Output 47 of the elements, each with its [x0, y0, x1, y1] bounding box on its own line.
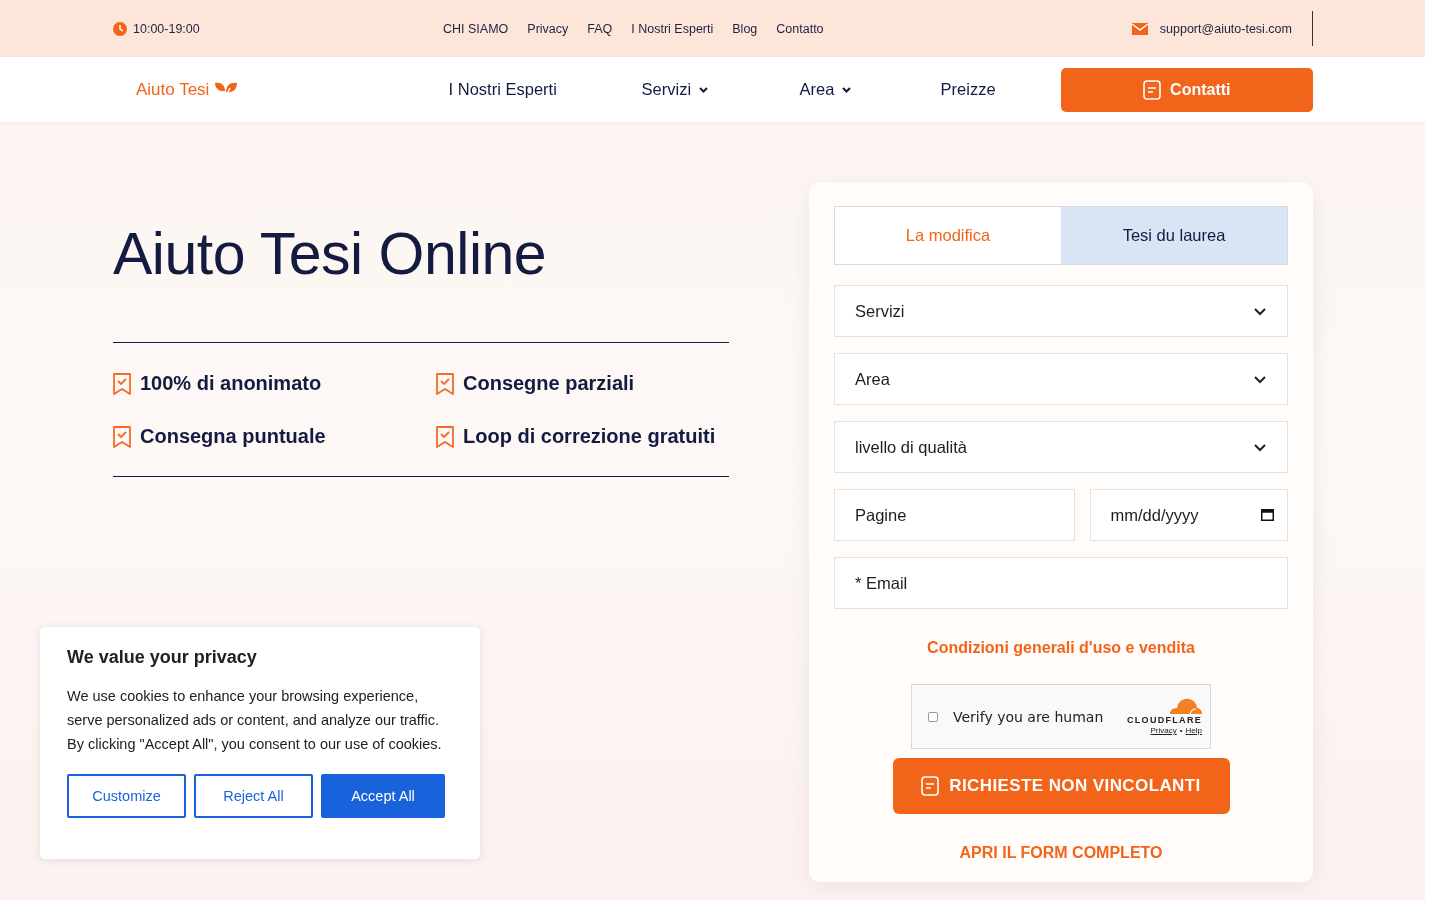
- feature-text: Consegna puntuale: [140, 425, 326, 448]
- cookie-button[interactable]: Reject All: [194, 774, 313, 818]
- email-link[interactable]: support@aiuto-tesi.com: [1159, 21, 1292, 36]
- help-link[interactable]: Help: [1185, 726, 1202, 735]
- top-link[interactable]: I Nostri Esperti: [631, 21, 714, 36]
- bookmark-check-icon: [113, 372, 131, 395]
- separator-dot: •: [1179, 726, 1183, 735]
- document-icon: [921, 776, 940, 796]
- chevron-icon: [1253, 374, 1267, 384]
- nav-link[interactable]: Servizi: [641, 80, 800, 99]
- top-link[interactable]: Contatto: [776, 21, 824, 36]
- cookie-button[interactable]: Customize: [67, 774, 186, 818]
- select-field[interactable]: Servizi: [834, 285, 1288, 337]
- top-link[interactable]: FAQ: [587, 21, 613, 36]
- pages-field[interactable]: Pagine: [834, 489, 1075, 541]
- top-link[interactable]: CHI SIAMO: [443, 21, 509, 36]
- hero-title: Aiuto Tesi Online: [113, 220, 548, 288]
- bookmark-check-icon: [436, 425, 454, 448]
- privacy-link[interactable]: Privacy: [1150, 726, 1177, 735]
- cookie-text: We use cookies to enhance your browsing experience, serve personalized ads or content, and analyze our traffic. By clicking "Accept All", you consent to our use of cookies.: [67, 687, 443, 754]
- form-tab[interactable]: Tesi du laurea: [1061, 207, 1287, 264]
- date-field[interactable]: mm/dd/yyyy: [1089, 489, 1288, 541]
- bookmark-check-icon: [436, 372, 454, 395]
- chevron-icon: [1253, 306, 1267, 316]
- nav-link[interactable]: I Nostri Esperti: [448, 80, 642, 99]
- brand-text: CLOUDFLARE: [1127, 715, 1202, 725]
- chevron-icon: [1253, 442, 1267, 452]
- email-field[interactable]: * Email: [834, 557, 1288, 609]
- feature-text: Loop di correzione gratuiti: [463, 425, 716, 448]
- document-icon: [1143, 79, 1162, 100]
- select-field[interactable]: Area: [834, 353, 1288, 405]
- cookie-title: We value your privacy: [67, 647, 258, 668]
- cookie-button[interactable]: Accept All: [321, 774, 445, 818]
- mail-icon: [1131, 22, 1148, 35]
- captcha-checkbox[interactable]: [928, 711, 938, 722]
- feature-text: 100% di anonimato: [140, 372, 322, 395]
- select-field[interactable]: livello di qualità: [834, 421, 1288, 473]
- bookmark-check-icon: [113, 425, 131, 448]
- top-link[interactable]: Privacy: [527, 21, 569, 36]
- top-link[interactable]: Blog: [732, 21, 758, 36]
- nav-link[interactable]: Preizze: [940, 80, 1061, 99]
- captcha-label: Verify you are human: [953, 708, 1105, 725]
- nav-link[interactable]: Area: [799, 80, 941, 99]
- calendar-icon[interactable]: [1261, 508, 1274, 521]
- feature-text: Consegne parziali: [463, 372, 635, 395]
- opening-hours: 10:00-19:00: [133, 21, 200, 36]
- clock-icon: [113, 21, 127, 36]
